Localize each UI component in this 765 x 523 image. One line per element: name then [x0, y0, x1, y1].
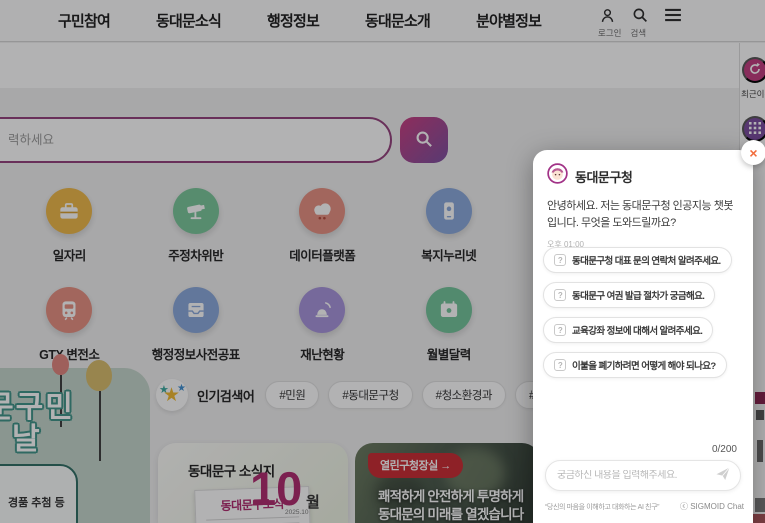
footer-brand: ⓒ SIGMOID Chat	[680, 501, 744, 512]
chatbot-close-button[interactable]: ×	[741, 140, 765, 165]
chatbot-panel: 동대문구청 안녕하세요. 저는 동대문구청 인공지능 챗봇입니다. 무엇을 도와…	[533, 150, 753, 523]
chat-input-container	[545, 460, 741, 491]
quick-reply-label: 동대문구청 대표 문의 연락처 알려주세요.	[572, 253, 721, 267]
quick-reply-label: 교육강좌 정보에 대해서 알려주세요.	[572, 323, 702, 337]
chatbot-title: 동대문구청	[575, 167, 632, 186]
quick-reply-passport[interactable]: ? 동대문구 여권 발급 절차가 궁금해요.	[543, 282, 715, 308]
quick-reply-label: 이불을 폐기하려면 어떻게 해야 되나요?	[572, 358, 716, 372]
chatbot-header: 동대문구청	[533, 150, 753, 189]
question-icon: ?	[554, 359, 566, 371]
chat-message-input[interactable]	[557, 470, 715, 481]
chatbot-greeting: 안녕하세요. 저는 동대문구청 인공지능 챗봇입니다. 무엇을 도와드릴까요?	[547, 198, 739, 232]
quick-reply-education[interactable]: ? 교육강좌 정보에 대해서 알려주세요.	[543, 317, 713, 343]
question-icon: ?	[554, 324, 566, 336]
question-icon: ?	[554, 289, 566, 301]
chatbot-avatar	[547, 163, 568, 189]
quick-reply-disposal[interactable]: ? 이불을 폐기하려면 어떻게 해야 되나요?	[543, 352, 727, 378]
char-counter: 0/200	[712, 444, 737, 455]
chatbot-footer: “당신의 마음을 이해하고 대화하는 AI 친구” ⓒ SIGMOID Chat	[545, 501, 744, 512]
chatbot-quick-replies: ? 동대문구청 대표 문의 연락처 알려주세요. ? 동대문구 여권 발급 절차…	[543, 247, 732, 378]
paper-plane-icon	[715, 466, 731, 485]
footer-quote: “당신의 마음을 이해하고 대화하는 AI 친구”	[545, 502, 659, 512]
page: 구민참여 동대문소식 행정정보 동대문소개 분야별정보 로그인 검색	[0, 0, 765, 523]
question-icon: ?	[554, 254, 566, 266]
quick-reply-contact[interactable]: ? 동대문구청 대표 문의 연락처 알려주세요.	[543, 247, 732, 273]
quick-reply-label: 동대문구 여권 발급 절차가 궁금해요.	[572, 288, 704, 302]
send-button[interactable]	[715, 466, 731, 485]
